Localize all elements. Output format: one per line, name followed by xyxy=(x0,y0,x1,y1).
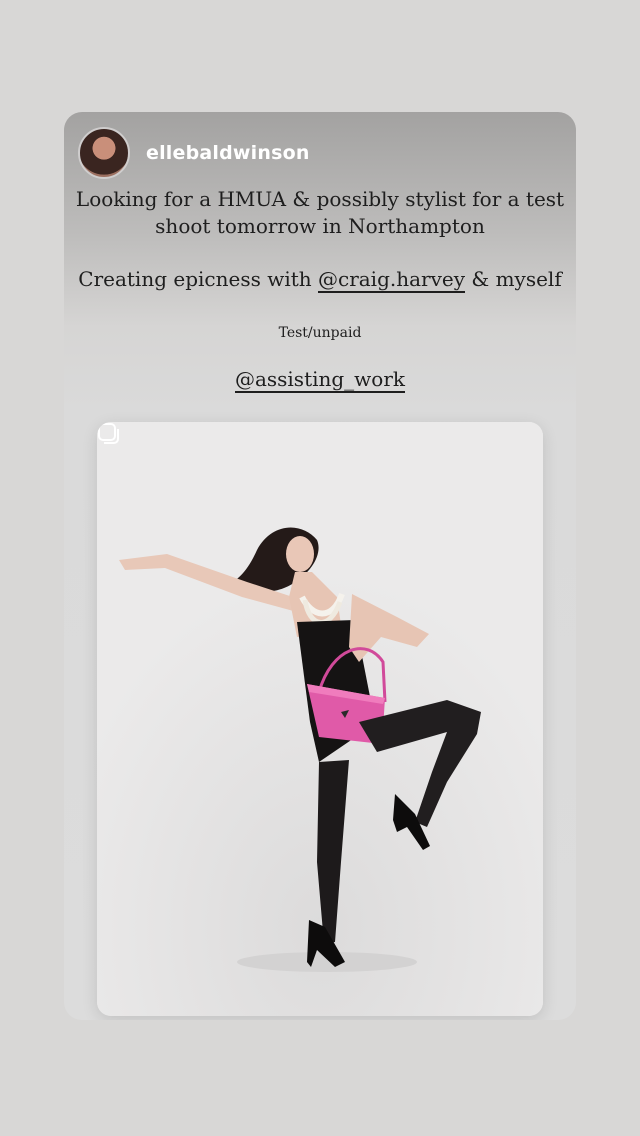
avatar[interactable] xyxy=(78,127,130,179)
mention-craig-harvey[interactable]: @craig.harvey xyxy=(318,267,466,293)
caption-prefix: Creating epicness with xyxy=(78,267,318,291)
multiple-photos-icon xyxy=(98,423,119,444)
caption-suffix: & myself xyxy=(465,267,562,291)
username[interactable]: ellebaldwinson xyxy=(146,142,310,164)
caption-small: Test/unpaid xyxy=(278,325,362,341)
story-card: ellebaldwinson Looking for a HMUA & poss… xyxy=(64,112,576,1020)
post-photo[interactable] xyxy=(97,422,543,1016)
mention-assisting-work[interactable]: @assisting_work xyxy=(234,367,406,393)
model-illustration xyxy=(97,422,543,1016)
mention-line: @assisting_work xyxy=(64,366,576,393)
post-header: ellebaldwinson xyxy=(78,126,310,180)
caption-line-2: Creating epicness with @craig.harvey & m… xyxy=(64,266,576,293)
caption-text: Looking for a HMUA & possibly stylist fo… xyxy=(75,187,565,238)
